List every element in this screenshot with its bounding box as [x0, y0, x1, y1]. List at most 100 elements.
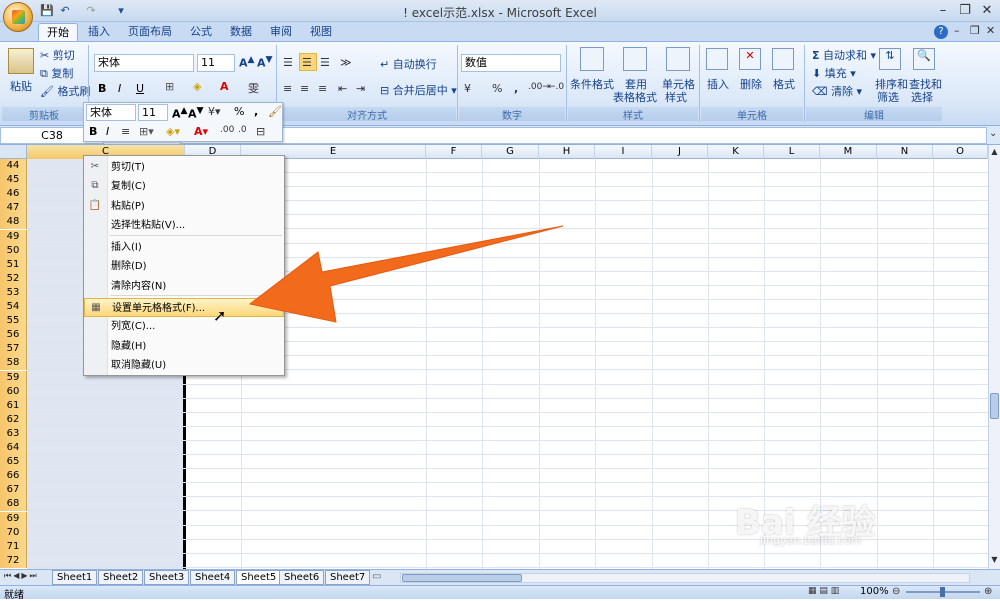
- copy-button[interactable]: ⧉ 复制: [40, 65, 73, 81]
- format-painter-button[interactable]: 🖌 格式刷: [40, 83, 90, 99]
- align-right-icon[interactable]: ≡: [318, 82, 327, 95]
- row-header[interactable]: 54: [0, 300, 27, 315]
- expand-formula-icon[interactable]: ⌄: [989, 128, 997, 139]
- row-header[interactable]: 53: [0, 285, 27, 300]
- tab-home[interactable]: 开始: [38, 23, 78, 42]
- column-header-l[interactable]: L: [764, 145, 820, 159]
- row-header[interactable]: 56: [0, 328, 27, 343]
- row-header[interactable]: 58: [0, 356, 27, 371]
- row-header[interactable]: 59: [0, 370, 27, 385]
- tab-view[interactable]: 视图: [302, 23, 340, 42]
- column-header-i[interactable]: I: [595, 145, 652, 159]
- increase-decimal-icon[interactable]: .00→: [528, 82, 550, 92]
- borders-icon[interactable]: ⊞: [165, 80, 174, 93]
- align-left-icon[interactable]: ≡: [283, 82, 292, 95]
- sheet-nav-icon[interactable]: ⏮◀▶⏭: [4, 571, 39, 581]
- row-header[interactable]: 48: [0, 215, 27, 230]
- zoom-out-icon[interactable]: ⊖: [892, 586, 900, 597]
- conditional-format-button[interactable]: 条件格式: [570, 76, 614, 92]
- percent-icon[interactable]: %: [492, 82, 502, 95]
- merge-center-button[interactable]: ⊟ 合并后居中 ▾: [380, 82, 457, 98]
- mini-size-select[interactable]: 11: [138, 104, 168, 121]
- insert-cells-button[interactable]: 插入: [707, 76, 729, 92]
- close-button[interactable]: ✕: [976, 2, 998, 19]
- underline-icon[interactable]: U: [136, 82, 144, 95]
- mini-center-icon[interactable]: ≡: [121, 125, 130, 138]
- comma-icon[interactable]: ,: [514, 82, 518, 95]
- mini-fill-color-icon[interactable]: ◈▾: [166, 125, 180, 138]
- row-header[interactable]: 70: [0, 525, 27, 540]
- row-header[interactable]: 71: [0, 539, 27, 554]
- horizontal-scroll-thumb[interactable]: [402, 574, 522, 582]
- row-header[interactable]: 45: [0, 173, 27, 188]
- ribbon-restore-icon[interactable]: ❐: [970, 24, 980, 37]
- fill-color-icon[interactable]: ◈: [193, 80, 201, 93]
- column-header-m[interactable]: M: [820, 145, 877, 159]
- align-center-icon[interactable]: ≡: [300, 82, 309, 95]
- row-header[interactable]: 72: [0, 553, 27, 568]
- tab-formulas[interactable]: 公式: [182, 23, 220, 42]
- column-header-j[interactable]: J: [652, 145, 708, 159]
- vertical-scrollbar[interactable]: ▲ ▼: [988, 145, 1000, 569]
- row-header[interactable]: 46: [0, 187, 27, 202]
- office-button[interactable]: [3, 2, 33, 32]
- select-all-button[interactable]: [0, 145, 27, 159]
- paste-icon[interactable]: [8, 48, 34, 74]
- context-menu-item[interactable]: 📋 粘贴(P): [84, 197, 284, 216]
- row-header[interactable]: 47: [0, 201, 27, 216]
- mini-increase-decimal-icon[interactable]: .00: [220, 125, 234, 135]
- row-header[interactable]: 62: [0, 412, 27, 427]
- font-color-icon[interactable]: A: [220, 80, 229, 93]
- mini-comma-icon[interactable]: ,: [254, 105, 258, 118]
- mini-italic-icon[interactable]: I: [106, 125, 109, 138]
- sheet-tab-sheet7[interactable]: Sheet7: [325, 570, 371, 585]
- tab-page-layout[interactable]: 页面布局: [120, 23, 180, 42]
- restore-button[interactable]: ❐: [954, 2, 976, 19]
- row-header[interactable]: 57: [0, 342, 27, 357]
- formula-input[interactable]: [180, 127, 987, 144]
- minimize-button[interactable]: –: [932, 2, 954, 19]
- scroll-thumb[interactable]: [990, 393, 999, 419]
- scroll-down-icon[interactable]: ▼: [989, 555, 1000, 567]
- sheet-tab-sheet4[interactable]: Sheet4: [190, 570, 236, 585]
- sheet-tab-sheet5[interactable]: Sheet5: [236, 570, 282, 585]
- fill-button[interactable]: ⬇ 填充 ▾: [812, 65, 856, 81]
- grow-font-icon[interactable]: A▲: [239, 54, 255, 70]
- mini-shrink-font-icon[interactable]: A▼: [188, 105, 204, 121]
- column-header-g[interactable]: G: [482, 145, 539, 159]
- mini-decrease-decimal-icon[interactable]: .0: [238, 125, 247, 135]
- currency-icon[interactable]: ¥: [464, 82, 471, 95]
- delete-cells-button[interactable]: 删除: [740, 76, 762, 92]
- row-header[interactable]: 55: [0, 314, 27, 329]
- view-buttons-icon[interactable]: ▦ ▤ ▥: [808, 586, 839, 596]
- mini-font-color-icon[interactable]: A▾: [194, 125, 208, 138]
- orientation-icon[interactable]: ≫: [340, 56, 352, 69]
- align-top-icon[interactable]: ☰: [283, 56, 293, 69]
- zoom-slider-thumb[interactable]: [940, 587, 945, 597]
- sheet-tab-sheet2[interactable]: Sheet2: [98, 570, 144, 585]
- help-icon[interactable]: ?: [934, 25, 948, 39]
- column-header-n[interactable]: N: [877, 145, 933, 159]
- increase-indent-icon[interactable]: ⇥: [356, 82, 365, 95]
- row-header[interactable]: 50: [0, 243, 27, 258]
- align-bottom-icon[interactable]: ☰: [320, 56, 330, 69]
- mini-grow-font-icon[interactable]: A▲: [172, 105, 188, 121]
- row-header[interactable]: 60: [0, 384, 27, 399]
- mini-format-painter-icon[interactable]: 🖌: [268, 105, 282, 118]
- cut-button[interactable]: ✂ 剪切: [40, 47, 75, 63]
- table-format-label-2[interactable]: 表格格式: [613, 89, 657, 105]
- row-header[interactable]: 52: [0, 271, 27, 286]
- row-header[interactable]: 49: [0, 229, 27, 244]
- context-menu-item[interactable]: 插入(I): [84, 238, 284, 257]
- tab-insert[interactable]: 插入: [80, 23, 118, 42]
- font-size-select[interactable]: 11: [197, 54, 235, 72]
- sheet-tab-sheet6[interactable]: Sheet6: [279, 570, 325, 585]
- context-menu-item[interactable]: ✂ 剪切(T): [84, 158, 284, 177]
- context-menu-item[interactable]: ▦ 设置单元格格式(F)...: [84, 298, 284, 317]
- ribbon-close-icon[interactable]: ✕: [986, 24, 995, 37]
- wrap-text-button[interactable]: ↵ 自动换行: [380, 56, 437, 72]
- row-header[interactable]: 61: [0, 398, 27, 413]
- column-header-h[interactable]: H: [539, 145, 595, 159]
- mini-percent-icon[interactable]: %: [234, 105, 244, 118]
- row-header[interactable]: 67: [0, 483, 27, 498]
